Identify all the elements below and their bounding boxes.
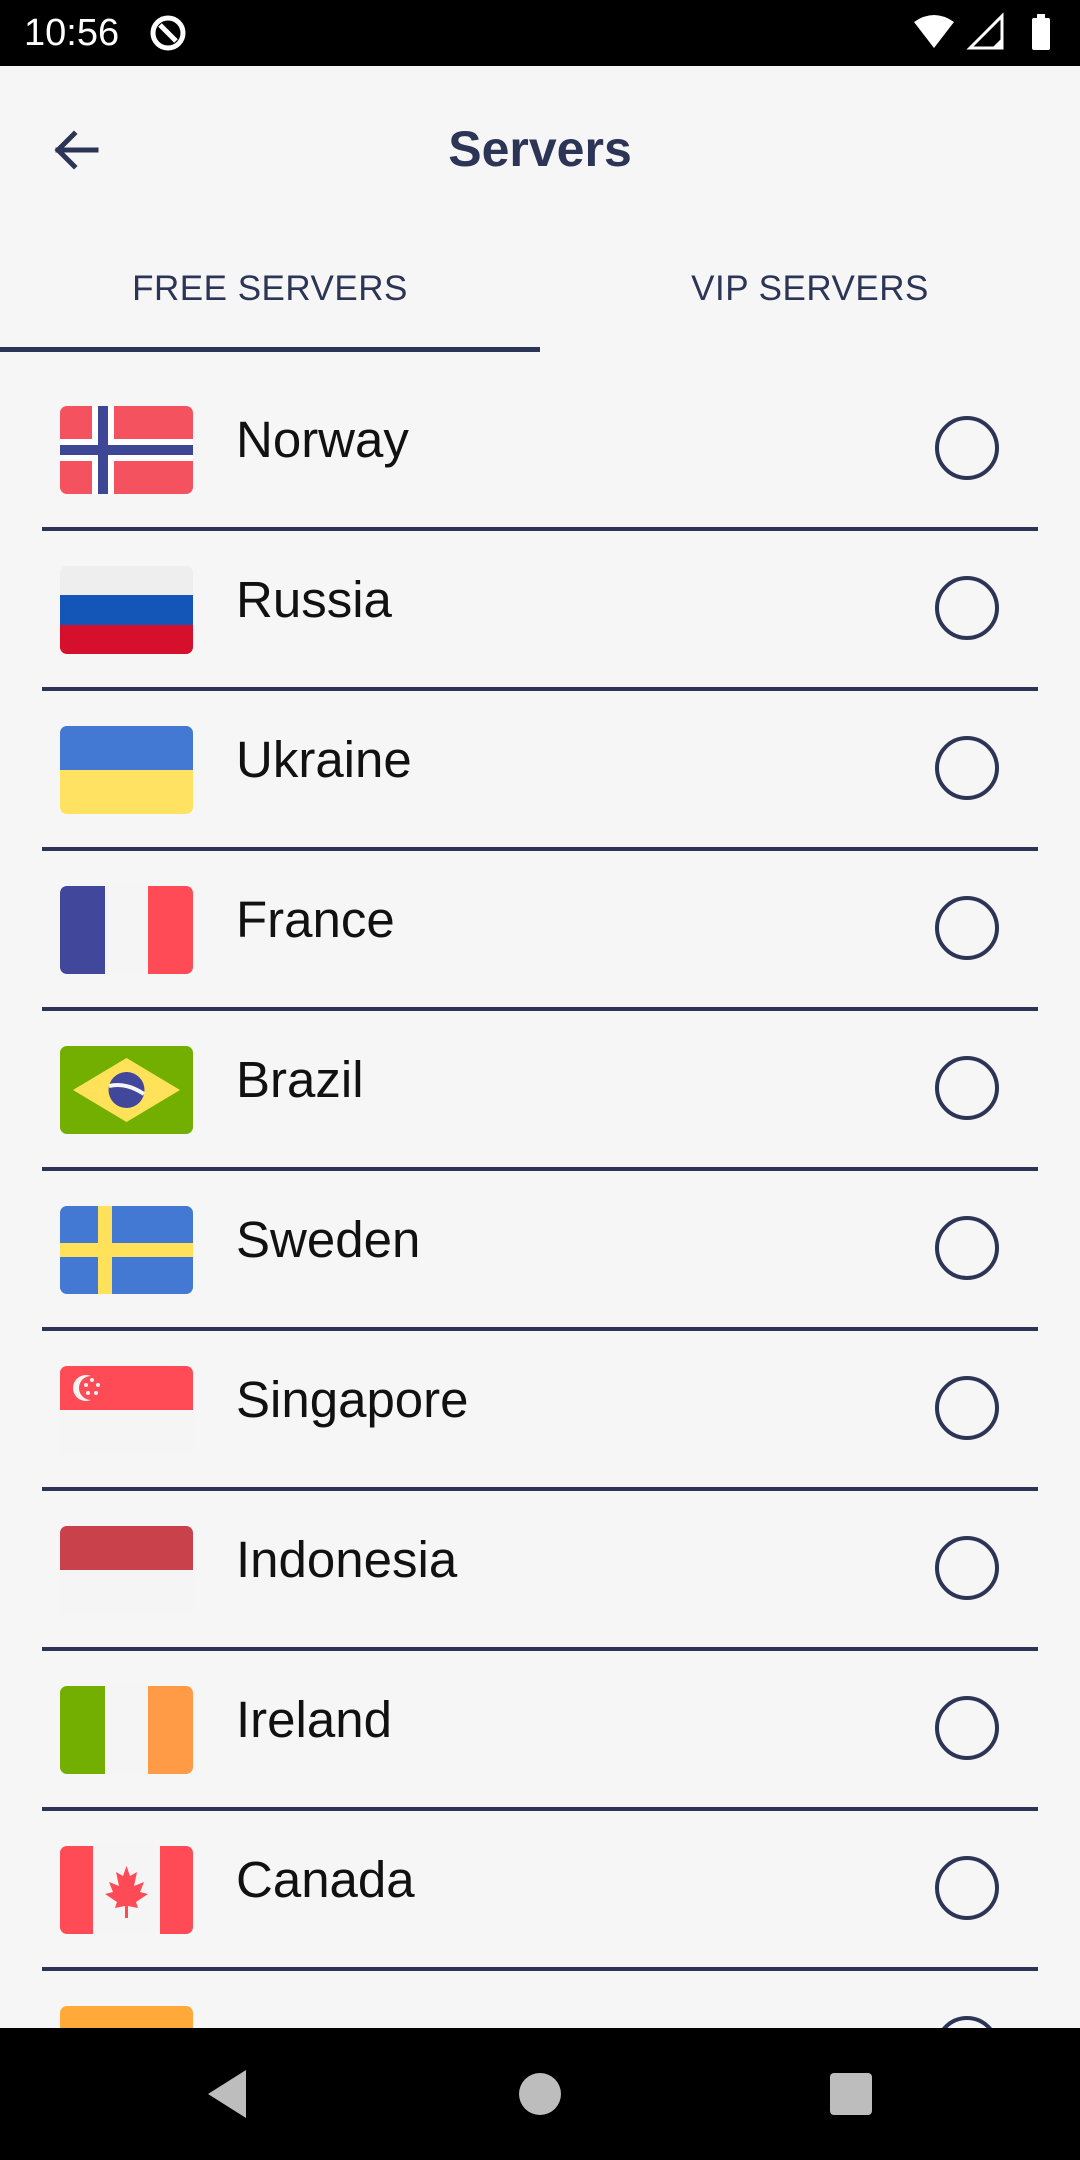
nav-recents-icon[interactable] xyxy=(821,2064,881,2124)
server-radio[interactable] xyxy=(935,1696,999,1760)
ireland-flag-icon xyxy=(60,1686,193,1774)
server-radio[interactable] xyxy=(935,1376,999,1440)
server-row-canada[interactable]: Canada xyxy=(0,1792,1080,1952)
nav-back-icon[interactable] xyxy=(198,2064,258,2124)
server-radio[interactable] xyxy=(935,1856,999,1920)
server-row-singapore[interactable]: Singapore xyxy=(0,1312,1080,1472)
nav-home-icon[interactable] xyxy=(510,2064,570,2124)
server-row-ireland[interactable]: Ireland xyxy=(0,1632,1080,1792)
server-radio[interactable] xyxy=(935,1056,999,1120)
cell-signal-icon xyxy=(966,12,1004,50)
server-row-partial[interactable] xyxy=(0,1952,1080,2028)
norway-flag-icon xyxy=(60,406,193,494)
tab-free-servers[interactable]: FREE SERVERS xyxy=(0,226,540,352)
russia-flag-icon xyxy=(60,566,193,654)
tab-vip-servers[interactable]: VIP SERVERS xyxy=(540,226,1080,352)
server-name: Ireland xyxy=(236,1691,392,1748)
indonesia-flag-icon xyxy=(60,1526,193,1614)
server-radio[interactable] xyxy=(935,576,999,640)
server-radio[interactable] xyxy=(935,896,999,960)
server-name: Brazil xyxy=(236,1051,364,1108)
server-row-brazil[interactable]: Brazil xyxy=(0,992,1080,1152)
ukraine-flag-icon xyxy=(60,726,193,814)
server-radio[interactable] xyxy=(935,1536,999,1600)
server-list[interactable]: Norway Russia Ukraine France Brazil Swed… xyxy=(0,352,1080,2028)
singapore-flag-icon xyxy=(60,1366,193,1454)
server-row-russia[interactable]: Russia xyxy=(0,512,1080,672)
status-icons xyxy=(914,12,1050,50)
server-name: Norway xyxy=(236,411,409,468)
server-radio[interactable] xyxy=(935,1216,999,1280)
server-name: Russia xyxy=(236,571,392,628)
vpn-app-icon xyxy=(150,15,186,51)
wifi-icon xyxy=(914,15,954,48)
server-radio[interactable] xyxy=(935,416,999,480)
server-name: Canada xyxy=(236,1851,415,1908)
server-row-ukraine[interactable]: Ukraine xyxy=(0,672,1080,832)
server-row-indonesia[interactable]: Indonesia xyxy=(0,1472,1080,1632)
france-flag-icon xyxy=(60,886,193,974)
canada-flag-icon xyxy=(60,1846,193,1934)
flag-icon xyxy=(60,2006,193,2028)
page-title: Servers xyxy=(448,121,632,177)
server-name: Indonesia xyxy=(236,1531,458,1588)
server-name: Ukraine xyxy=(236,731,412,788)
battery-icon xyxy=(1032,14,1050,50)
server-name: Singapore xyxy=(236,1371,469,1428)
app-bar: Servers xyxy=(0,66,1080,226)
server-radio[interactable] xyxy=(935,736,999,800)
server-name: France xyxy=(236,891,395,948)
server-row-norway[interactable]: Norway xyxy=(0,352,1080,512)
server-name: Sweden xyxy=(236,1211,421,1268)
system-nav-bar xyxy=(0,2028,1080,2160)
status-time: 10:56 xyxy=(24,12,120,54)
tab-bar: FREE SERVERS VIP SERVERS xyxy=(0,226,1080,352)
status-bar: 10:56 xyxy=(0,0,1080,66)
sweden-flag-icon xyxy=(60,1206,193,1294)
server-row-france[interactable]: France xyxy=(0,832,1080,992)
server-row-sweden[interactable]: Sweden xyxy=(0,1152,1080,1312)
server-radio[interactable] xyxy=(935,2016,999,2028)
brazil-flag-icon xyxy=(60,1046,193,1134)
